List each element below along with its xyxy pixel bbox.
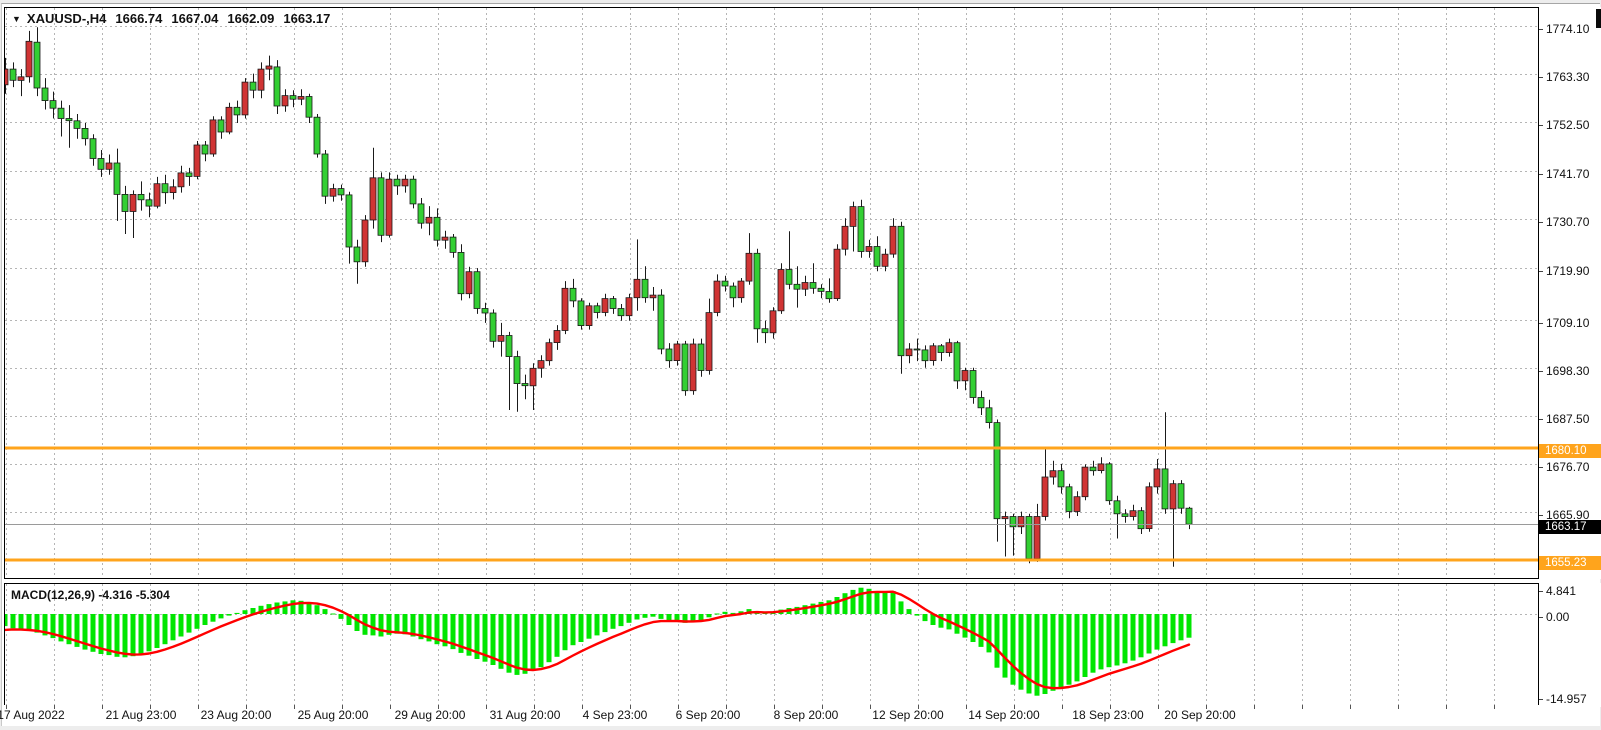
axis-tick xyxy=(1539,617,1543,618)
price-axis-label: 1687.50 xyxy=(1546,412,1589,426)
symbol-timeframe-label: XAUUSD-,H4 xyxy=(27,11,106,26)
macd-pane[interactable]: MACD(12,26,9) -4.316 -5.304 xyxy=(4,583,1539,707)
time-axis-tick xyxy=(1302,705,1303,709)
price-axis-label: 1719.90 xyxy=(1546,264,1589,278)
time-axis-label: 18 Sep 23:00 xyxy=(1072,708,1143,722)
axis-tick xyxy=(1539,323,1543,324)
time-axis-tick xyxy=(870,705,871,709)
time-axis-tick xyxy=(1062,705,1063,709)
macd-scale[interactable]: 4.841 0.00 -14.957 xyxy=(1539,583,1601,707)
time-axis-label: 25 Aug 20:00 xyxy=(298,708,369,722)
axis-tick xyxy=(1539,591,1543,592)
time-scale[interactable]: 17 Aug 202221 Aug 23:0023 Aug 20:0025 Au… xyxy=(4,705,1539,724)
price-axis-label: 1763.30 xyxy=(1546,70,1589,84)
time-axis-label: 23 Aug 20:00 xyxy=(201,708,272,722)
ohlc-close: 1663.17 xyxy=(283,11,330,26)
axis-tick xyxy=(1539,125,1543,126)
price-axis-label: 1698.30 xyxy=(1546,364,1589,378)
axis-tick xyxy=(1539,699,1543,700)
time-axis-label: 20 Sep 20:00 xyxy=(1164,708,1235,722)
time-axis-label: 31 Aug 20:00 xyxy=(490,708,561,722)
time-axis-tick xyxy=(1398,705,1399,709)
time-axis-label: 8 Sep 20:00 xyxy=(774,708,839,722)
bid-price-label: 1663.17 xyxy=(1539,520,1601,534)
price-axis-label: 1709.10 xyxy=(1546,316,1589,330)
ohlc-open: 1666.74 xyxy=(115,11,162,26)
macd-axis-label: 4.841 xyxy=(1546,584,1576,598)
axis-tick xyxy=(1539,77,1543,78)
symbol-dropdown-icon[interactable]: ▼ xyxy=(12,14,21,24)
macd-axis-label: -14.957 xyxy=(1546,692,1587,706)
price-chart-canvas[interactable] xyxy=(5,8,1538,578)
price-axis-label: 1752.50 xyxy=(1546,118,1589,132)
macd-grid xyxy=(5,584,1538,706)
time-axis-label: 12 Sep 20:00 xyxy=(872,708,943,722)
time-axis-tick xyxy=(966,705,967,709)
macd-axis-label: 0.00 xyxy=(1546,610,1569,624)
time-axis-tick xyxy=(1158,705,1159,709)
mt4-chart-window: ▼XAUUSD-,H41666.741667.041662.091663.17 … xyxy=(0,0,1601,730)
time-axis-tick xyxy=(1446,705,1447,709)
axis-tick xyxy=(1539,222,1543,223)
top-right-marker xyxy=(1596,9,1601,28)
hline-price-label[interactable]: 1655.23 xyxy=(1539,556,1601,570)
chart-title: ▼ XAUUSD-,H4 1666.74 1667.04 1662.09 1663.17 xyxy=(12,11,330,26)
price-pane[interactable]: ▼ XAUUSD-,H4 1666.74 1667.04 1662.09 1663.17 xyxy=(4,7,1539,579)
axis-tick xyxy=(1539,515,1543,516)
price-axis-label: 1730.70 xyxy=(1546,215,1589,229)
ohlc-high: 1667.04 xyxy=(171,11,218,26)
time-axis-label: 4 Sep 23:00 xyxy=(583,708,648,722)
time-axis-tick xyxy=(486,705,487,709)
macd-indicator-label: MACD(12,26,9) -4.316 -5.304 xyxy=(11,588,170,602)
candles-layer xyxy=(5,41,1192,558)
axis-tick xyxy=(1539,29,1543,30)
axis-tick xyxy=(1539,271,1543,272)
time-axis-tick xyxy=(294,705,295,709)
price-grid xyxy=(5,8,1538,578)
time-axis-tick xyxy=(1254,705,1255,709)
time-axis-tick xyxy=(1494,705,1495,709)
price-axis-label: 1676.70 xyxy=(1546,460,1589,474)
time-axis-tick xyxy=(390,705,391,709)
price-axis-label: 1774.10 xyxy=(1546,22,1589,36)
candle-wicks-layer xyxy=(6,27,1190,567)
time-axis-label: 21 Aug 23:00 xyxy=(106,708,177,722)
macd-chart-canvas[interactable] xyxy=(5,584,1538,706)
time-axis-label: 17 Aug 2022 xyxy=(0,708,65,722)
time-axis-label: 6 Sep 20:00 xyxy=(676,708,741,722)
time-axis-tick xyxy=(198,705,199,709)
axis-tick xyxy=(1539,174,1543,175)
chart-window-body: ▼XAUUSD-,H41666.741667.041662.091663.17 … xyxy=(1,3,1600,726)
ohlc-low: 1662.09 xyxy=(227,11,274,26)
axis-tick xyxy=(1539,371,1543,372)
hline-price-label[interactable]: 1680.10 xyxy=(1539,444,1601,458)
axis-tick xyxy=(1539,467,1543,468)
time-axis-label: 14 Sep 20:00 xyxy=(968,708,1039,722)
axis-tick xyxy=(1539,419,1543,420)
price-axis-label: 1741.70 xyxy=(1546,167,1589,181)
time-axis-tick xyxy=(102,705,103,709)
time-axis-tick xyxy=(1350,705,1351,709)
time-axis-label: 29 Aug 20:00 xyxy=(395,708,466,722)
price-scale[interactable]: 1774.10 1763.30 1752.50 1741.70 1730.70 1719.… xyxy=(1539,7,1601,579)
